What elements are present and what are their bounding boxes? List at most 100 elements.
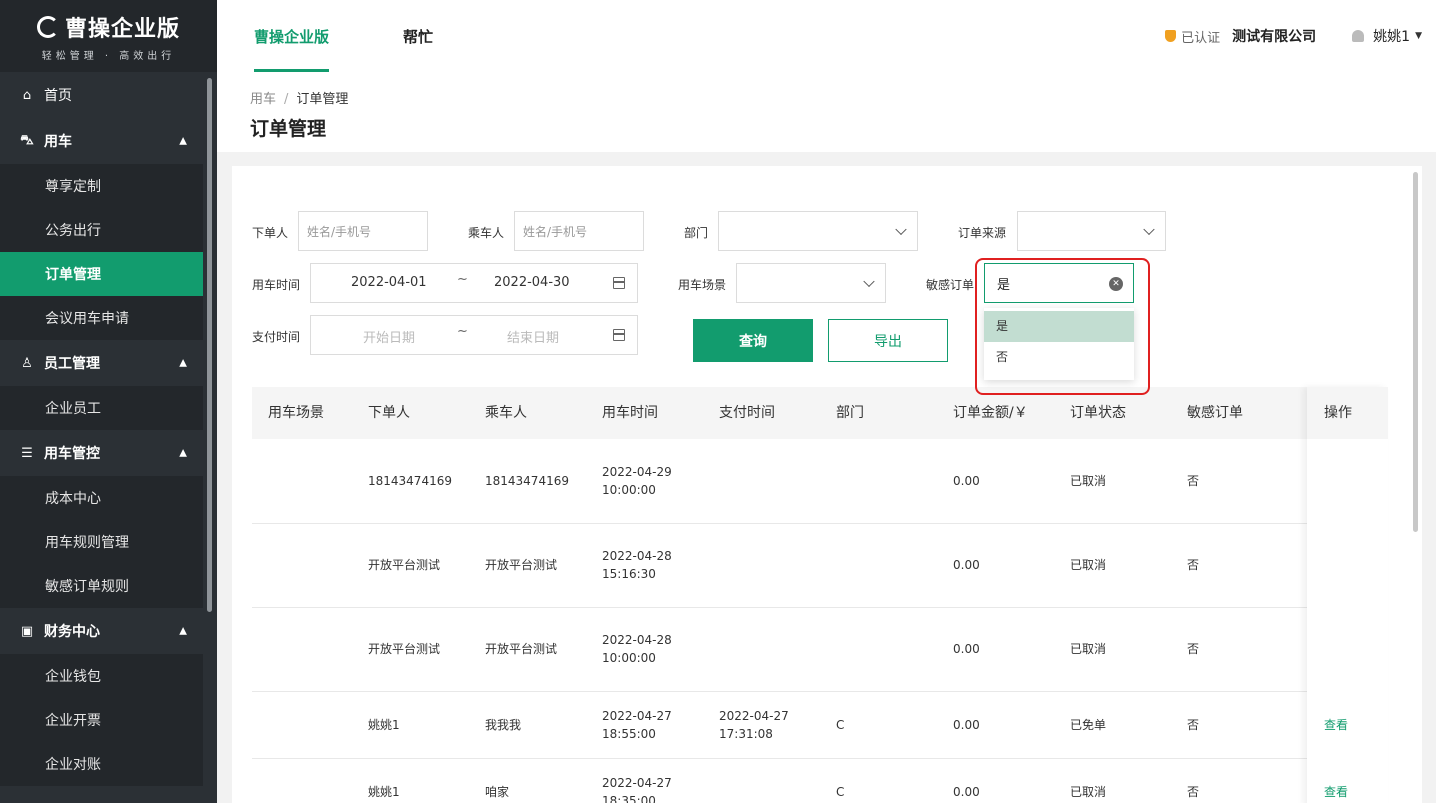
sidebar-item-invoice[interactable]: 企业开票	[0, 698, 203, 742]
cell-amount: 0.00	[953, 718, 980, 732]
paytime-start[interactable]: 开始日期	[363, 327, 415, 346]
sidebar-group-label: 用车	[44, 134, 72, 150]
orderer-input[interactable]: 姓名/手机号	[298, 211, 428, 251]
sidebar-group-staff[interactable]: ♙ 员工管理 ▲	[0, 340, 217, 386]
usetime-range[interactable]: 2022-04-01 ~ 2022-04-30	[310, 263, 638, 303]
usetime-end[interactable]: 2022-04-30	[494, 275, 570, 290]
cell-orderer: 18143474169	[368, 474, 452, 488]
paytime-range[interactable]: 开始日期 ~ 结束日期	[310, 315, 638, 355]
col-scene: 用车场景	[268, 405, 324, 421]
passenger-label: 乘车人	[468, 226, 505, 240]
table-row: 18143474169 18143474169 2022-04-29 10:00…	[252, 439, 1388, 524]
shield-icon	[1165, 30, 1177, 42]
cell-amount: 0.00	[953, 474, 980, 488]
paytime-end[interactable]: 结束日期	[507, 327, 559, 346]
table-row: 姚姚1 我我我 2022-04-27 18:55:00 2022-04-27 1…	[252, 692, 1388, 759]
table-header: 用车场景 下单人 乘车人 用车时间 支付时间 部门 订单金额/￥ 订单状态 敏感…	[252, 387, 1388, 439]
option-yes[interactable]: 是	[984, 311, 1134, 342]
home-icon: ⌂	[22, 87, 32, 103]
sidebar-item-sensitive-rules[interactable]: 敏感订单规则	[0, 564, 203, 608]
col-status: 订单状态	[1070, 405, 1126, 421]
table-row: 开放平台测试 开放平台测试 2022-04-28 15:16:30 0.00 已…	[252, 524, 1388, 608]
chevron-up-icon: ▲	[179, 357, 187, 369]
option-no[interactable]: 否	[984, 342, 1134, 373]
paytime-label: 支付时间	[252, 330, 301, 344]
usetime-start[interactable]: 2022-04-01	[351, 275, 427, 290]
cell-pay-time: 17:31:08	[719, 727, 773, 741]
brand-name: 曹操企业版	[64, 16, 180, 42]
range-separator: ~	[457, 272, 468, 287]
col-action: 操作	[1307, 387, 1388, 439]
cell-sensitive: 否	[1187, 558, 1200, 572]
content-scrollbar[interactable]	[1413, 172, 1418, 532]
page-header: 用车 / 订单管理 订单管理	[217, 72, 1436, 152]
sidebar-item-employees[interactable]: 企业员工	[0, 386, 203, 430]
chevron-down-icon	[863, 275, 875, 288]
cell-sensitive: 否	[1187, 785, 1200, 799]
sidebar-scrollbar[interactable]	[207, 78, 212, 612]
passenger-input[interactable]: 姓名/手机号	[514, 211, 644, 251]
cell-use-date: 2022-04-28	[602, 633, 672, 647]
source-select[interactable]	[1017, 211, 1166, 251]
clear-icon[interactable]: ✕	[1109, 277, 1123, 291]
sidebar: 曹操企业版 轻松管理 · 高效出行 ⌂ 首页 ⛍ 用车 ▲ 尊享定制 公务出行 …	[0, 0, 217, 803]
sidebar-item-cost-center[interactable]: 成本中心	[0, 476, 203, 520]
tab-enterprise[interactable]: 曹操企业版	[254, 0, 330, 72]
sidebar-item-business-trip[interactable]: 公务出行	[0, 208, 203, 252]
cell-use-date: 2022-04-27	[602, 709, 672, 723]
query-button[interactable]: 查询	[693, 319, 813, 362]
cell-sensitive: 否	[1187, 474, 1200, 488]
cell-orderer: 姚姚1	[368, 718, 400, 732]
export-button[interactable]: 导出	[828, 319, 948, 362]
chevron-up-icon: ▲	[179, 135, 187, 147]
sidebar-item-home[interactable]: ⌂ 首页	[0, 72, 217, 118]
sidebar-group-car[interactable]: ⛍ 用车 ▲	[0, 118, 217, 164]
sidebar-item-meeting-car[interactable]: 会议用车申请	[0, 296, 203, 340]
sensitive-select[interactable]: 是 ✕	[984, 263, 1134, 303]
sidebar-item-order-management[interactable]: 订单管理	[0, 252, 203, 296]
sidebar-group-control[interactable]: ☰ 用车管控 ▲	[0, 430, 217, 476]
sensitive-value: 是	[997, 277, 1011, 293]
chevron-down-icon	[1143, 223, 1155, 236]
cell-sensitive: 否	[1187, 718, 1200, 732]
cell-orderer: 开放平台测试	[368, 642, 441, 656]
cell-sensitive: 否	[1187, 642, 1200, 656]
view-link[interactable]: 查看	[1324, 783, 1348, 801]
sidebar-item-reconcile[interactable]: 企业对账	[0, 742, 203, 786]
cell-use-date: 2022-04-28	[602, 549, 672, 563]
top-header: 曹操企业版 帮忙 已认证 测试有限公司 姚姚1 ▼	[217, 0, 1436, 72]
cell-pay-date: 2022-04-27	[719, 709, 789, 723]
cell-use-time: 18:35:00	[602, 794, 656, 803]
breadcrumb-current: 订单管理	[296, 92, 349, 107]
cell-dept: C	[836, 785, 845, 799]
calendar-icon	[613, 329, 625, 341]
table-row: 姚姚1 咱家 2022-04-27 18:35:00 C 0.00 已取消 否	[252, 759, 1388, 803]
dept-label: 部门	[684, 226, 709, 240]
cell-orderer: 开放平台测试	[368, 558, 441, 572]
cell-use-time: 10:00:00	[602, 651, 656, 665]
cell-orderer: 姚姚1	[368, 785, 400, 799]
tab-help[interactable]: 帮忙	[403, 0, 433, 72]
col-passenger: 乘车人	[485, 405, 527, 421]
sensitive-dropdown: 是 否	[984, 308, 1134, 380]
scene-select[interactable]	[736, 263, 886, 303]
brand-logo[interactable]: 曹操企业版 轻松管理 · 高效出行	[0, 0, 217, 72]
sidebar-group-label: 财务中心	[44, 624, 100, 640]
sidebar-group-finance[interactable]: ▣ 财务中心 ▲	[0, 608, 217, 654]
breadcrumb-parent[interactable]: 用车	[250, 92, 276, 107]
sidebar-item-rules[interactable]: 用车规则管理	[0, 520, 203, 564]
company-name: 测试有限公司	[1232, 29, 1317, 45]
avatar-icon	[1352, 30, 1365, 42]
sidebar-item-premium[interactable]: 尊享定制	[0, 164, 203, 208]
caret-down-icon[interactable]: ▼	[1415, 31, 1422, 41]
dept-select[interactable]	[718, 211, 918, 251]
range-separator: ~	[457, 324, 468, 339]
view-link[interactable]: 查看	[1324, 716, 1348, 734]
cell-amount: 0.00	[953, 785, 980, 799]
source-label: 订单来源	[958, 226, 1007, 240]
col-dept: 部门	[836, 405, 864, 421]
sidebar-item-wallet[interactable]: 企业钱包	[0, 654, 203, 698]
cell-amount: 0.00	[953, 642, 980, 656]
user-menu[interactable]: 姚姚1	[1373, 26, 1410, 46]
table-row: 开放平台测试 开放平台测试 2022-04-28 10:00:00 0.00 已…	[252, 608, 1388, 692]
